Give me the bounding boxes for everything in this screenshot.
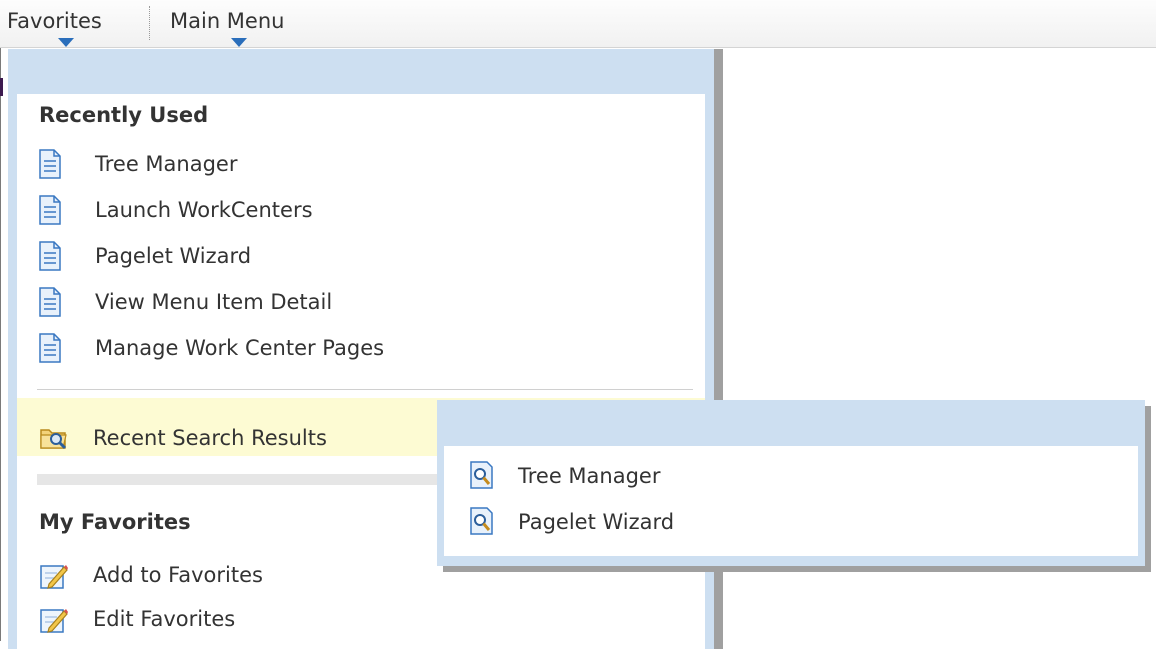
recent-search-results-item[interactable]: Recent Search Results	[39, 421, 439, 459]
chevron-down-icon	[58, 38, 74, 47]
edit-favorites-label: Edit Favorites	[93, 607, 236, 631]
search-result-pagelet-wizard[interactable]: Pagelet Wizard	[470, 504, 1130, 542]
search-page-icon	[470, 461, 493, 489]
page-icon	[39, 287, 61, 317]
folder-search-icon	[40, 429, 67, 450]
search-result-label: Pagelet Wizard	[518, 510, 675, 534]
add-to-favorites-label: Add to Favorites	[93, 563, 263, 587]
recent-item-manage-work-center-pages[interactable]: Manage Work Center Pages	[39, 330, 679, 368]
chevron-down-icon	[231, 38, 247, 47]
main-menu-button[interactable]: Main Menu	[170, 0, 320, 47]
recent-item-pagelet-wizard[interactable]: Pagelet Wizard	[39, 238, 679, 276]
menu-bar: Favorites Main Menu	[0, 0, 1156, 48]
edit-pencil-icon	[40, 565, 68, 589]
recent-item-label: View Menu Item Detail	[95, 290, 333, 314]
recent-item-label: Launch WorkCenters	[95, 198, 313, 222]
recent-search-results-label: Recent Search Results	[93, 426, 327, 450]
recent-item-tree-manager[interactable]: Tree Manager	[39, 146, 679, 184]
favorites-menu-button[interactable]: Favorites	[7, 0, 139, 47]
search-result-tree-manager[interactable]: Tree Manager	[470, 458, 1130, 496]
section-divider	[37, 389, 693, 390]
edit-pencil-icon	[40, 609, 68, 633]
page-left-marker	[0, 78, 3, 96]
search-page-icon	[470, 507, 493, 535]
page-icon	[39, 333, 61, 363]
recent-item-view-menu-item-detail[interactable]: View Menu Item Detail	[39, 284, 679, 322]
recently-used-heading: Recently Used	[39, 103, 209, 127]
main-menu-label: Main Menu	[170, 9, 285, 33]
page-icon	[39, 149, 61, 179]
recent-item-launch-workcenters[interactable]: Launch WorkCenters	[39, 192, 679, 230]
page-icon	[39, 195, 61, 225]
recent-item-label: Manage Work Center Pages	[95, 336, 385, 360]
favorites-menu-label: Favorites	[7, 9, 102, 33]
search-result-label: Tree Manager	[518, 464, 661, 488]
edit-favorites-item[interactable]: Edit Favorites	[39, 602, 679, 640]
page-icon	[39, 241, 61, 271]
recent-item-label: Tree Manager	[95, 152, 238, 176]
my-favorites-heading: My Favorites	[39, 510, 191, 534]
recent-item-label: Pagelet Wizard	[95, 244, 252, 268]
page-left-border	[0, 48, 1, 641]
menu-separator	[149, 6, 150, 40]
